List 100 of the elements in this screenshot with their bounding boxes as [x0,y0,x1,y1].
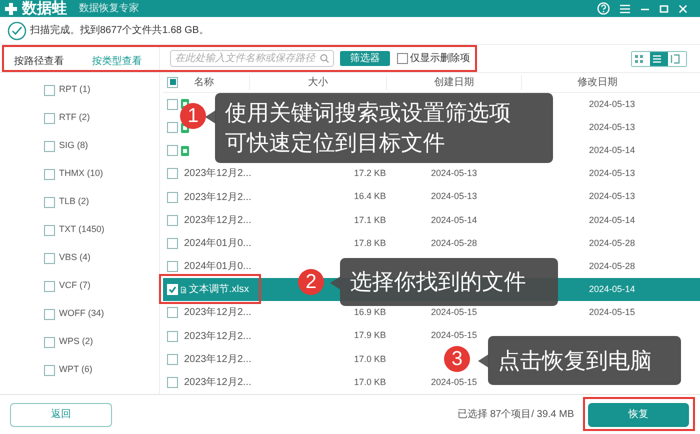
checkbox[interactable] [44,252,55,264]
file-name: 2023年12月2... [184,376,252,390]
modified-date: 2024-05-14 [589,214,636,224]
checkbox[interactable] [167,376,178,388]
modified-date: 2024-05-13 [589,168,636,178]
file-size: 17.9 KB [354,330,386,340]
checkbox[interactable] [167,214,178,226]
column-header: 创建日期 [434,76,474,88]
step-badge: 2 [298,269,324,295]
modified-date: 2024-05-14 [589,144,636,155]
file-size: 17.0 KB [354,376,386,387]
search-field[interactable]: 在此处输入文件名称或保存路径 [170,50,334,67]
checkbox[interactable] [44,168,55,180]
modified-date: 2024-05-28 [589,260,636,271]
category-label: WPS (2) [59,335,94,348]
created-date: 2024-05-14 [431,214,478,224]
created-date: 2024-05-28 [431,238,478,248]
category-label: WOFF (34) [59,307,104,320]
checkbox[interactable] [167,238,178,249]
help-icon[interactable] [597,2,610,15]
app-subtitle: 数据恢复专家 [79,4,139,14]
modified-date: 2024-05-13 [589,191,636,202]
filter-button[interactable]: 筛选器 [340,51,390,66]
callout-text: 选择你找到的文件 [350,268,527,296]
checkbox[interactable] [167,307,178,318]
spreadsheet-file-icon [181,146,189,156]
checkbox[interactable] [44,224,55,236]
maximize-icon[interactable] [659,4,669,14]
file-name: 2023年12月2... [184,214,252,228]
file-name: 2023年12月2... [184,167,252,182]
checkbox[interactable] [44,196,55,208]
callout-text: 使用关键词搜索或设置筛选项 [225,99,512,127]
check-icon [168,285,177,294]
created-date: 2024-05-13 [431,191,478,202]
file-name: 2023年12月2... [184,352,252,367]
checkbox[interactable] [44,112,55,124]
category-label: TXT (1450) [59,223,104,236]
view-tab[interactable]: 按路径查看 [0,55,78,69]
checkbox[interactable] [44,140,55,152]
file-name: 2024年01月0... [184,260,252,274]
menu-icon[interactable] [619,4,631,14]
file-size: 16.9 KB [354,307,386,318]
search-icon [320,54,329,63]
checkbox[interactable] [167,261,178,272]
checkbox[interactable] [44,84,55,96]
category-label: THMX (10) [59,167,104,180]
callout-text: 可快速定位到目标文件 [225,129,446,157]
modified-date: 2024-05-13 [589,122,636,132]
category-label: SIG (8) [59,139,88,152]
file-size: 17.1 KB [354,214,386,224]
spreadsheet-file-icon [181,284,186,295]
file-size: 17.0 KB [354,354,386,364]
file-size: 17.2 KB [354,168,386,178]
created-date: 2024-05-15 [431,330,478,340]
column-header: 修改日期 [578,76,618,88]
checkbox-label: 仅显示删除项 [410,52,470,66]
checkbox[interactable] [167,330,178,342]
checkbox[interactable] [167,98,178,110]
columns-view-icon[interactable] [668,52,686,66]
checkbox[interactable] [397,53,408,64]
list-view-icon[interactable] [650,52,668,66]
category-label: RPT (1) [59,83,90,96]
view-tab[interactable]: 按类型查看 [78,55,156,69]
status-text: 扫描完成。找到8677个文件共1.68 GB。 [30,24,209,38]
modified-date: 2024-05-14 [589,284,636,294]
cross-logo-icon [4,2,18,16]
checkbox[interactable] [167,76,178,88]
created-date: 2024-05-15 [431,376,478,387]
checkbox[interactable] [44,308,55,320]
created-date: 2024-05-13 [431,168,478,178]
checkbox[interactable] [167,145,178,156]
modified-date: 2024-05-13 [589,98,636,109]
category-label: RTF (2) [59,111,90,124]
modified-date: 2024-05-15 [589,307,636,318]
file-size: 16.4 KB [354,191,386,202]
checkbox[interactable] [44,336,55,348]
back-button[interactable]: 返回 [10,402,112,426]
column-header: 名称 [194,76,214,90]
checkbox[interactable] [167,354,178,365]
category-label: VCF (7) [59,279,90,292]
step-badge: 1 [180,103,206,129]
category-label: TLB (2) [59,195,90,208]
checkbox[interactable] [44,364,55,376]
category-label: WPT (6) [59,363,92,376]
file-size: 17.8 KB [354,238,386,248]
checkbox[interactable] [44,280,55,292]
checkbox[interactable] [167,168,178,180]
file-name: 2023年12月2... [184,306,252,320]
recover-button[interactable]: 恢复 [588,402,689,426]
close-icon[interactable] [678,4,688,14]
check-circle-icon [7,20,27,40]
modified-date: 2024-05-28 [589,238,636,248]
file-name: 2023年12月2... [184,190,252,205]
checkbox[interactable] [167,192,178,203]
category-label: VBS (4) [59,251,91,264]
selection-info: 已选择 87个项目/ 39.4 MB [457,408,574,422]
column-header: 大小 [308,76,328,88]
file-name: 文本调节.xlsx [189,282,249,298]
checkbox[interactable] [167,122,178,134]
app-logo-text: 数据蛙 [22,1,67,16]
